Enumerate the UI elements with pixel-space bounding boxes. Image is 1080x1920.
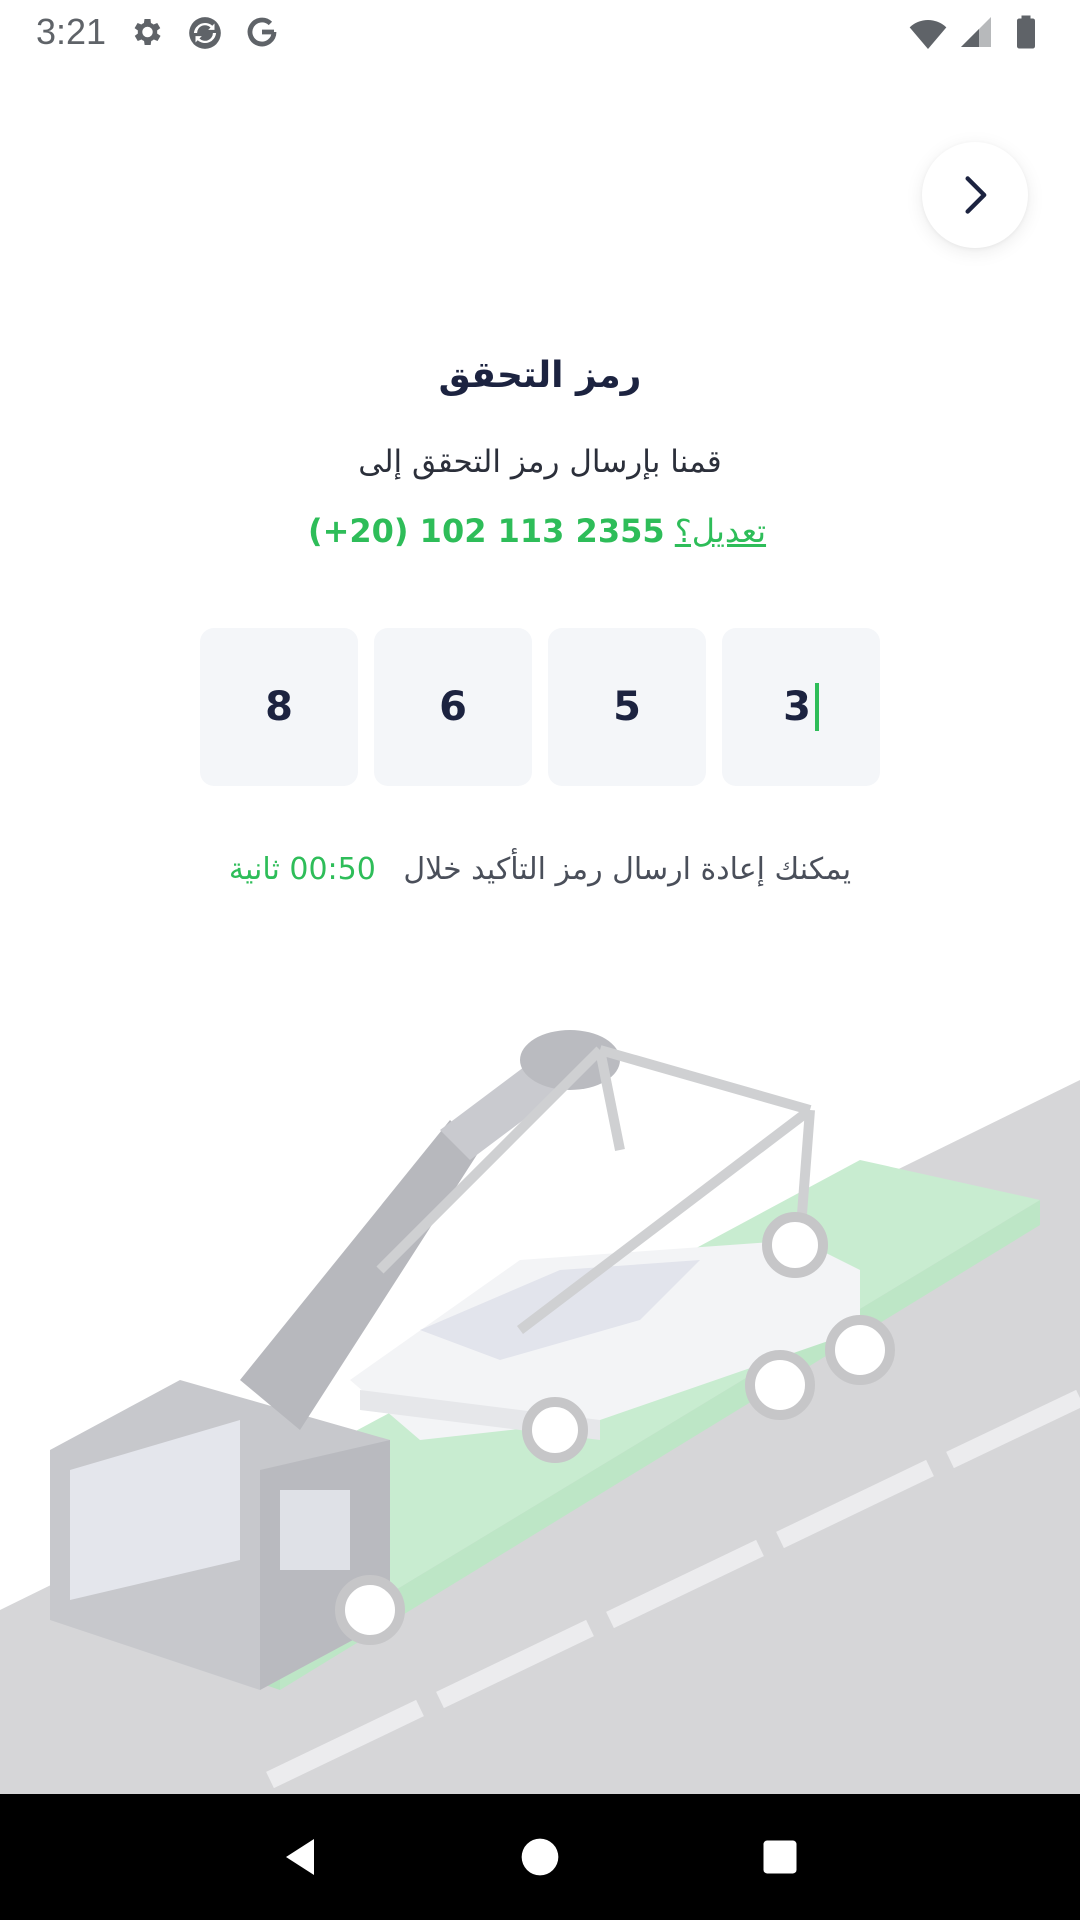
otp-digit-box[interactable]: 5 <box>548 628 706 786</box>
otp-digit: 3 <box>783 684 811 730</box>
resend-text: يمكنك إعادة ارسال رمز التأكيد خلال <box>403 852 852 887</box>
back-icon[interactable] <box>270 1827 330 1887</box>
next-button[interactable] <box>922 142 1028 248</box>
otp-digit: 6 <box>439 684 467 730</box>
otp-input-group: 8 6 5 3 <box>200 628 880 786</box>
otp-digit-box[interactable]: 8 <box>200 628 358 786</box>
phone-number: (+20) 102 113 2355 <box>307 512 665 550</box>
wifi-icon <box>908 14 947 50</box>
status-bar: 3:21 <box>0 0 1080 64</box>
resend-message: يمكنك إعادة ارسال رمز التأكيد خلال 00:50… <box>0 852 1080 887</box>
status-time: 3:21 <box>36 11 107 52</box>
tow-truck-illustration <box>0 1000 1080 1800</box>
otp-digit-box[interactable]: 6 <box>374 628 532 786</box>
system-nav-bar <box>0 1794 1080 1920</box>
sync-icon <box>186 14 222 50</box>
text-cursor <box>814 683 819 731</box>
otp-digit: 5 <box>613 684 641 730</box>
battery-icon <box>1008 14 1044 50</box>
google-icon <box>244 14 280 50</box>
signal-icon <box>958 14 994 50</box>
subtitle: قمنا بإرسال رمز التحقق إلى <box>358 444 722 480</box>
otp-digit-box-active[interactable]: 3 <box>722 628 880 786</box>
status-left: 3:21 <box>36 11 280 53</box>
home-icon[interactable] <box>510 1827 570 1887</box>
status-right <box>908 14 1044 50</box>
page-title: رمز التحقق <box>438 355 642 396</box>
edit-phone-link[interactable]: تعديل؟ <box>675 512 766 550</box>
phone-line: تعديل؟ (+20) 102 113 2355 <box>0 512 1080 550</box>
settings-icon <box>128 14 164 50</box>
otp-screen: 3:21 رمز التحقق قمنا بإرسال رمز التحقق إ… <box>0 0 1080 1920</box>
resend-timer: 00:50 ثانية <box>228 852 376 887</box>
otp-digit: 8 <box>265 684 293 730</box>
recents-icon[interactable] <box>750 1827 810 1887</box>
chevron-right-icon <box>965 176 987 214</box>
